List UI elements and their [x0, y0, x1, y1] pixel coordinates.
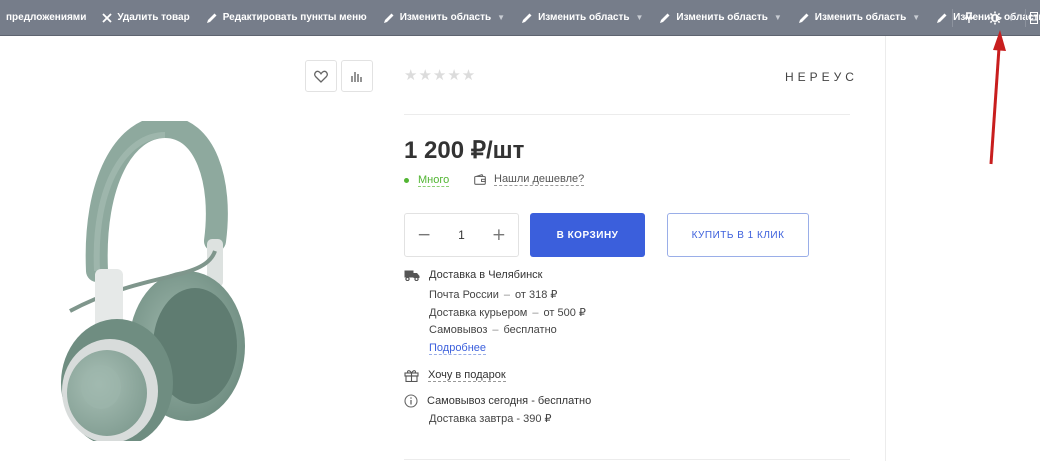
chevron-down-icon[interactable]: ▼	[774, 13, 782, 22]
chevron-down-icon[interactable]: ▼	[1007, 14, 1015, 23]
toolbar-item-offers[interactable]: предложениями	[0, 0, 92, 35]
delivery-option-price: от 318 ₽	[515, 289, 558, 301]
toolbar-divider	[952, 9, 954, 27]
delete-product-button[interactable]: Удалить товар	[96, 0, 195, 35]
quantity-stepper: − 1 +	[404, 213, 519, 257]
delivery-option-name: Самовывоз	[429, 324, 488, 336]
delivery-title: Доставка в Челябинск	[429, 269, 543, 281]
admin-toolbar: предложениями Удалить товар Редактироват…	[0, 0, 1040, 36]
gift-row[interactable]: Хочу в подарок	[404, 368, 506, 382]
gift-icon	[404, 370, 419, 382]
close-icon	[102, 12, 112, 23]
found-cheaper-link[interactable]: Нашли дешевле?	[474, 173, 585, 186]
edit-area-button-4[interactable]: Изменить область ▼	[792, 0, 926, 35]
toolbar-item-label: Изменить область	[399, 12, 492, 23]
favorite-button[interactable]	[305, 60, 337, 92]
pencil-icon	[522, 13, 532, 23]
pencil-icon	[660, 13, 670, 23]
pencil-icon	[383, 13, 394, 23]
delivery-option-dash: –	[532, 307, 539, 319]
panel-icon[interactable]	[1028, 0, 1040, 35]
product-page: ★★★★★ НЕРЕУС 1 200 ₽/шт Много Нашли деше…	[0, 36, 1040, 461]
edit-menu-items-button[interactable]: Редактировать пункты меню	[200, 0, 373, 35]
toolbar-divider	[1025, 9, 1026, 27]
pencil-icon	[206, 13, 217, 23]
toolbar-item-label: Изменить область	[538, 12, 630, 23]
stock-status: Много	[404, 174, 450, 187]
edit-area-button-3[interactable]: Изменить область ▼	[653, 0, 787, 35]
product-image[interactable]	[55, 121, 245, 441]
delivery-title-row: Доставка в Челябинск	[404, 269, 543, 281]
bar-chart-icon	[351, 72, 362, 82]
delivery-option-dash: –	[503, 289, 510, 301]
toolbar-right-group: ▼	[950, 0, 1040, 35]
pencil-icon	[798, 13, 809, 23]
buy-one-click-button[interactable]: КУПИТЬ В 1 КЛИК	[667, 213, 809, 257]
toolbar-item-label: предложениями	[6, 12, 87, 23]
product-price: 1 200 ₽/шт	[404, 137, 525, 164]
wallet-icon	[474, 174, 486, 185]
delivery-option: Самовывоз – бесплатно	[429, 324, 557, 336]
edit-area-button-1[interactable]: Изменить область ▼	[377, 0, 511, 35]
brand-logo[interactable]: НЕРЕУС	[785, 70, 858, 84]
delivery-option-name: Доставка курьером	[429, 307, 528, 319]
toolbar-item-label: Изменить область	[814, 12, 907, 23]
toolbar-item-label: Удалить товар	[117, 12, 190, 23]
compare-button[interactable]	[341, 60, 373, 92]
pickup-info-text: Самовывоз сегодня - бесплатно	[427, 395, 592, 407]
divider	[404, 114, 850, 115]
delivery-more-link[interactable]: Подробнее	[429, 342, 487, 355]
delivery-option: Почта России – от 318 ₽	[429, 288, 557, 301]
pin-icon[interactable]	[955, 0, 983, 35]
decrease-button[interactable]: −	[417, 225, 431, 245]
chevron-down-icon[interactable]: ▼	[636, 13, 644, 22]
edit-area-button-2[interactable]: Изменить область ▼	[515, 0, 649, 35]
divider	[404, 459, 850, 460]
stock-label[interactable]: Много	[418, 174, 450, 187]
delivery-option-price: бесплатно	[503, 324, 557, 336]
toolbar-item-label: Редактировать пункты меню	[222, 12, 367, 23]
add-to-cart-button[interactable]: В КОРЗИНУ	[530, 213, 645, 257]
delivery-option-dash: –	[492, 324, 499, 336]
truck-icon	[404, 270, 420, 281]
column-divider	[885, 36, 886, 461]
info-icon	[404, 394, 418, 408]
heart-icon	[314, 70, 328, 83]
pickup-info-row: Самовывоз сегодня - бесплатно	[404, 394, 591, 408]
chevron-down-icon[interactable]: ▼	[912, 13, 920, 22]
delivery-option-name: Почта России	[429, 289, 499, 301]
gear-icon[interactable]	[983, 0, 1007, 35]
delivery-option: Доставка курьером – от 500 ₽	[429, 306, 586, 319]
chevron-down-icon[interactable]: ▼	[497, 13, 505, 22]
toolbar-item-label: Изменить область	[676, 12, 768, 23]
found-cheaper-label: Нашли дешевле?	[494, 173, 585, 186]
tomorrow-delivery-text: Доставка завтра - 390 ₽	[429, 413, 552, 425]
rating-stars[interactable]: ★★★★★	[404, 66, 476, 84]
increase-button[interactable]: +	[492, 225, 506, 245]
quantity-value[interactable]: 1	[458, 228, 465, 242]
stock-dot	[404, 178, 409, 183]
gift-label: Хочу в подарок	[428, 368, 506, 382]
delivery-option-price: от 500 ₽	[543, 307, 586, 319]
pencil-icon	[937, 13, 947, 23]
